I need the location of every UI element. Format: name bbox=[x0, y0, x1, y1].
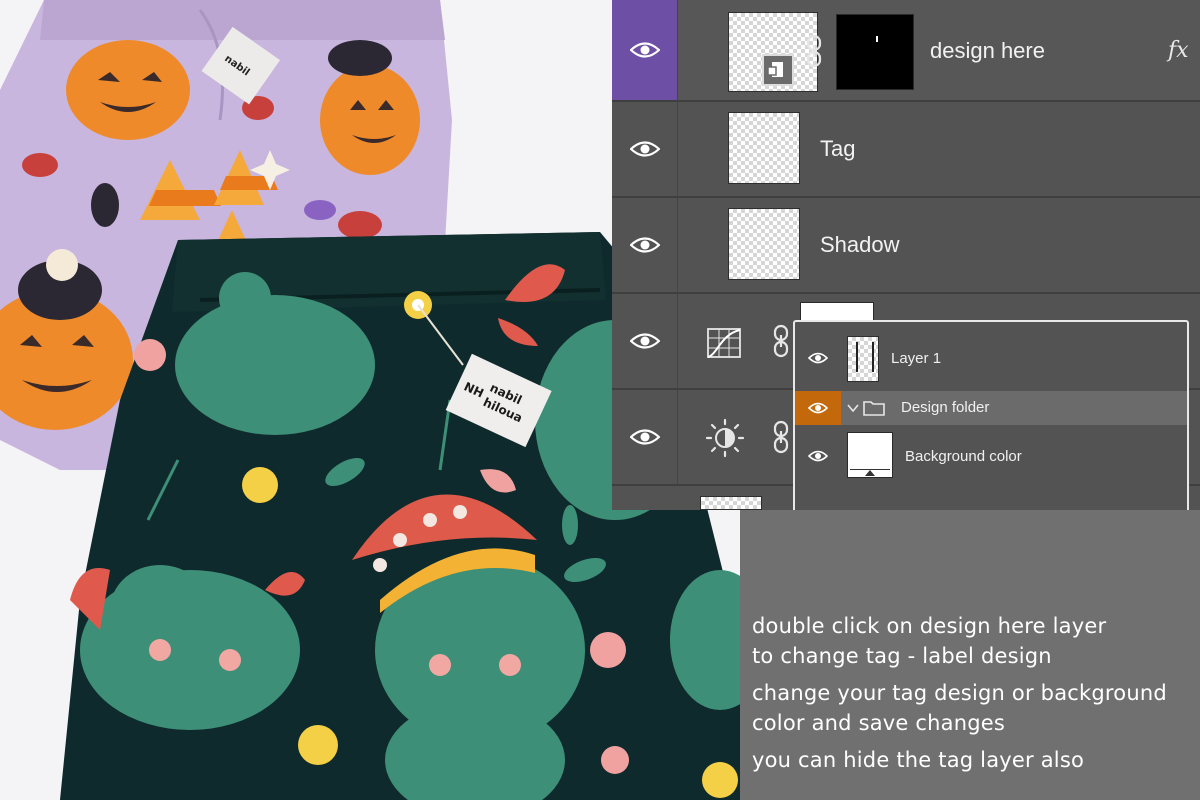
smart-object-badge-icon bbox=[762, 54, 794, 86]
brightness-icon bbox=[705, 418, 745, 458]
instruction-line-1: double click on design here layer bbox=[752, 614, 1107, 638]
layer-design-here[interactable]: design here fx bbox=[612, 0, 1200, 102]
eye-icon bbox=[629, 429, 660, 445]
eye-icon bbox=[629, 237, 660, 253]
eye-icon bbox=[808, 352, 828, 364]
layer-name: design here bbox=[930, 38, 1045, 63]
layer-name: Background color bbox=[905, 448, 1022, 465]
popup-layer-background-color[interactable]: Background color bbox=[795, 432, 1187, 480]
visibility-toggle[interactable] bbox=[795, 432, 841, 480]
visibility-toggle[interactable] bbox=[612, 198, 678, 292]
link-chain-icon[interactable] bbox=[772, 420, 790, 454]
layer-tag[interactable]: Tag bbox=[612, 102, 1200, 198]
fill-layer-thumbnail[interactable] bbox=[847, 432, 893, 478]
visibility-toggle[interactable] bbox=[612, 0, 678, 100]
link-chain-icon[interactable] bbox=[772, 324, 790, 358]
eye-icon bbox=[629, 42, 660, 58]
layer-thumbnail[interactable] bbox=[847, 336, 879, 382]
layer-mask-thumbnail[interactable] bbox=[836, 14, 914, 90]
instruction-line-4: color and save changes bbox=[752, 711, 1006, 735]
visibility-toggle[interactable] bbox=[795, 334, 841, 382]
layer-name: Layer 1 bbox=[891, 350, 942, 367]
link-chain-icon[interactable] bbox=[805, 34, 823, 68]
tag-artwork-thumbnail bbox=[856, 342, 874, 372]
layer-name: Tag bbox=[820, 136, 856, 161]
curves-icon bbox=[707, 328, 741, 358]
layer-name: Design folder bbox=[901, 399, 990, 416]
visibility-toggle[interactable] bbox=[612, 102, 678, 196]
layer-name: Shadow bbox=[820, 232, 900, 257]
visibility-toggle[interactable] bbox=[612, 294, 678, 388]
eye-icon bbox=[629, 141, 660, 157]
layer-thumbnail[interactable] bbox=[700, 496, 762, 510]
layer-shadow[interactable]: Shadow bbox=[612, 198, 1200, 294]
chevron-down-icon[interactable] bbox=[847, 403, 859, 413]
eye-icon bbox=[629, 333, 660, 349]
instructions: double click on design here layer to cha… bbox=[752, 611, 1197, 775]
eye-icon bbox=[808, 450, 828, 462]
visibility-toggle[interactable] bbox=[612, 390, 678, 484]
eye-icon bbox=[808, 402, 828, 414]
folder-icon bbox=[863, 401, 885, 416]
visibility-toggle[interactable] bbox=[795, 391, 841, 425]
layer-thumbnail[interactable] bbox=[728, 112, 800, 184]
layer-thumbnail[interactable] bbox=[728, 208, 800, 280]
popup-layer-1[interactable]: Layer 1 bbox=[795, 334, 1187, 382]
instruction-line-2: to change tag - label design bbox=[752, 644, 1052, 668]
popup-layer-design-folder[interactable]: Design folder bbox=[795, 391, 1187, 425]
instruction-line-5: you can hide the tag layer also bbox=[752, 748, 1085, 772]
fx-icon[interactable]: fx bbox=[1168, 38, 1189, 63]
instruction-line-3: change your tag design or background bbox=[752, 681, 1167, 705]
